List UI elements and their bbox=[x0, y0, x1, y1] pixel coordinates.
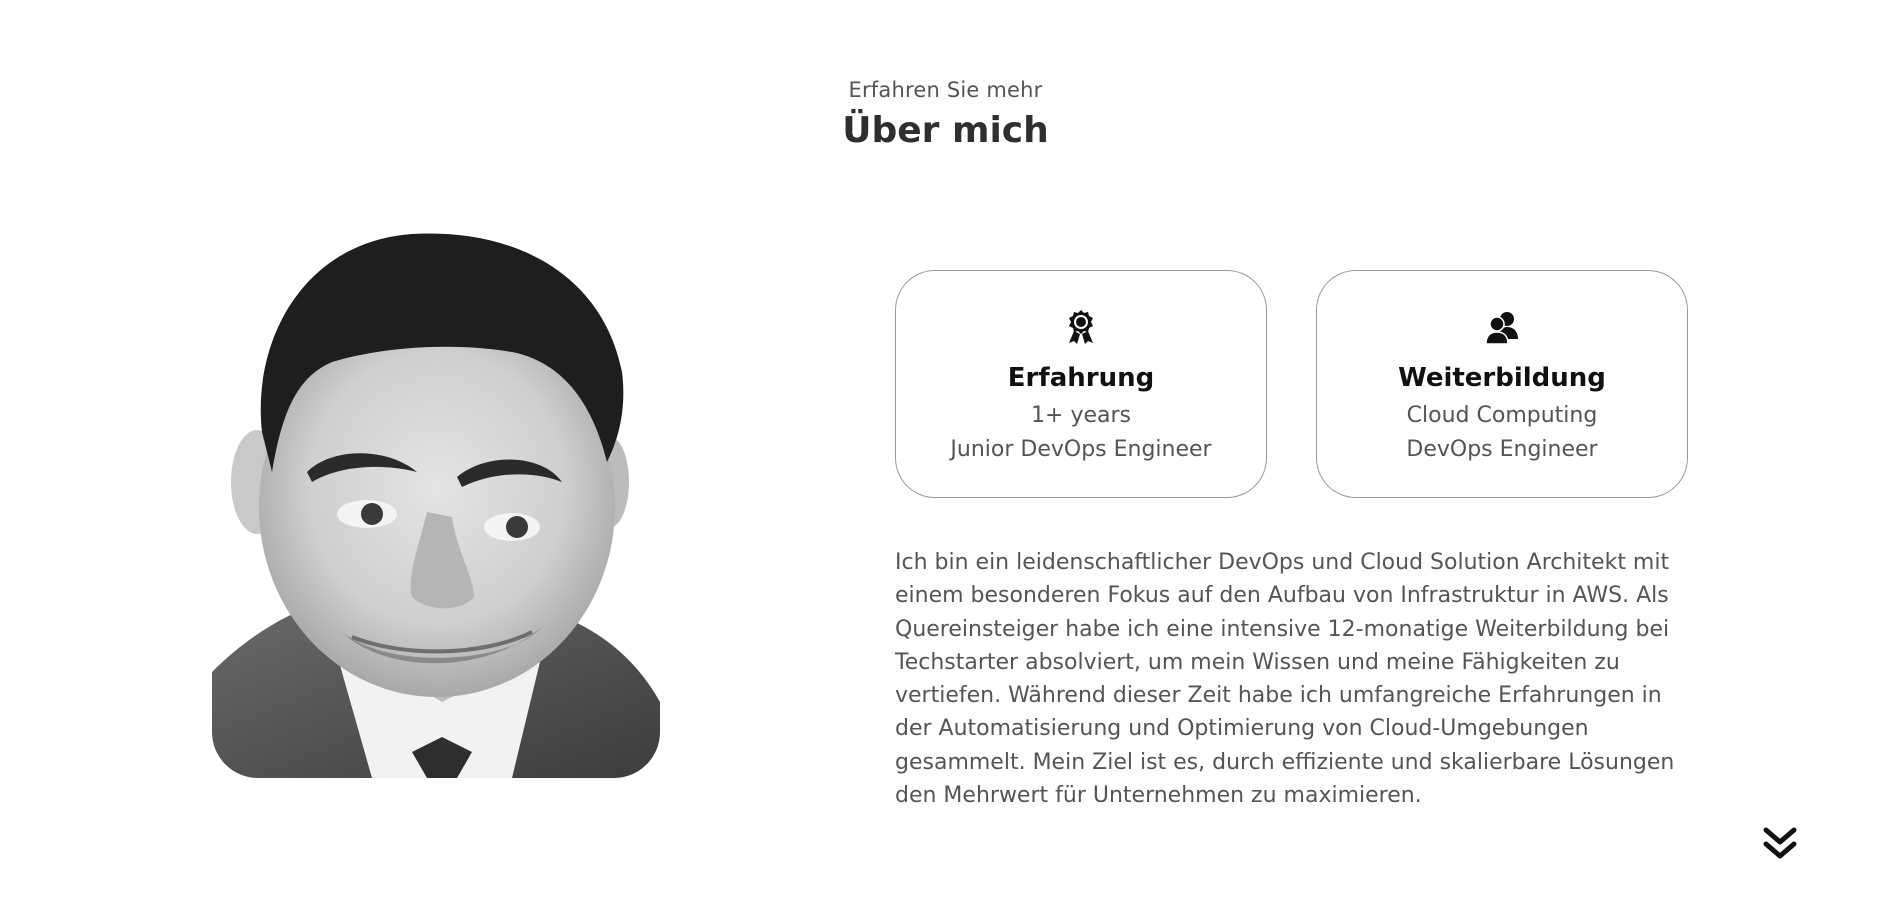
section-header: Erfahren Sie mehr Über mich bbox=[0, 78, 1891, 151]
education-card-role: DevOps Engineer bbox=[1406, 437, 1598, 462]
user-group-icon bbox=[1486, 312, 1518, 345]
experience-card: Erfahrung 1+ years Junior DevOps Enginee… bbox=[895, 270, 1267, 498]
profile-portrait-image bbox=[212, 232, 660, 778]
double-chevron-down-icon bbox=[1763, 827, 1797, 859]
about-description: Ich bin ein leidenschaftlicher DevOps un… bbox=[895, 550, 1675, 809]
section-subtitle: Erfahren Sie mehr bbox=[848, 78, 1043, 102]
education-card-field: Cloud Computing bbox=[1406, 403, 1598, 428]
section-title: Über mich bbox=[842, 110, 1049, 151]
education-card: Weiterbildung Cloud Computing DevOps Eng… bbox=[1316, 270, 1688, 498]
education-card-title: Weiterbildung bbox=[1398, 363, 1606, 393]
experience-card-role: Junior DevOps Engineer bbox=[950, 437, 1212, 462]
experience-card-title: Erfahrung bbox=[1007, 363, 1155, 393]
scroll-down-button[interactable] bbox=[1763, 826, 1797, 862]
experience-card-years: 1+ years bbox=[1031, 403, 1131, 428]
award-ribbon-icon bbox=[1069, 310, 1093, 344]
about-section: Erfahren Sie mehr Über mich Erfahrung 1+… bbox=[0, 0, 1891, 897]
